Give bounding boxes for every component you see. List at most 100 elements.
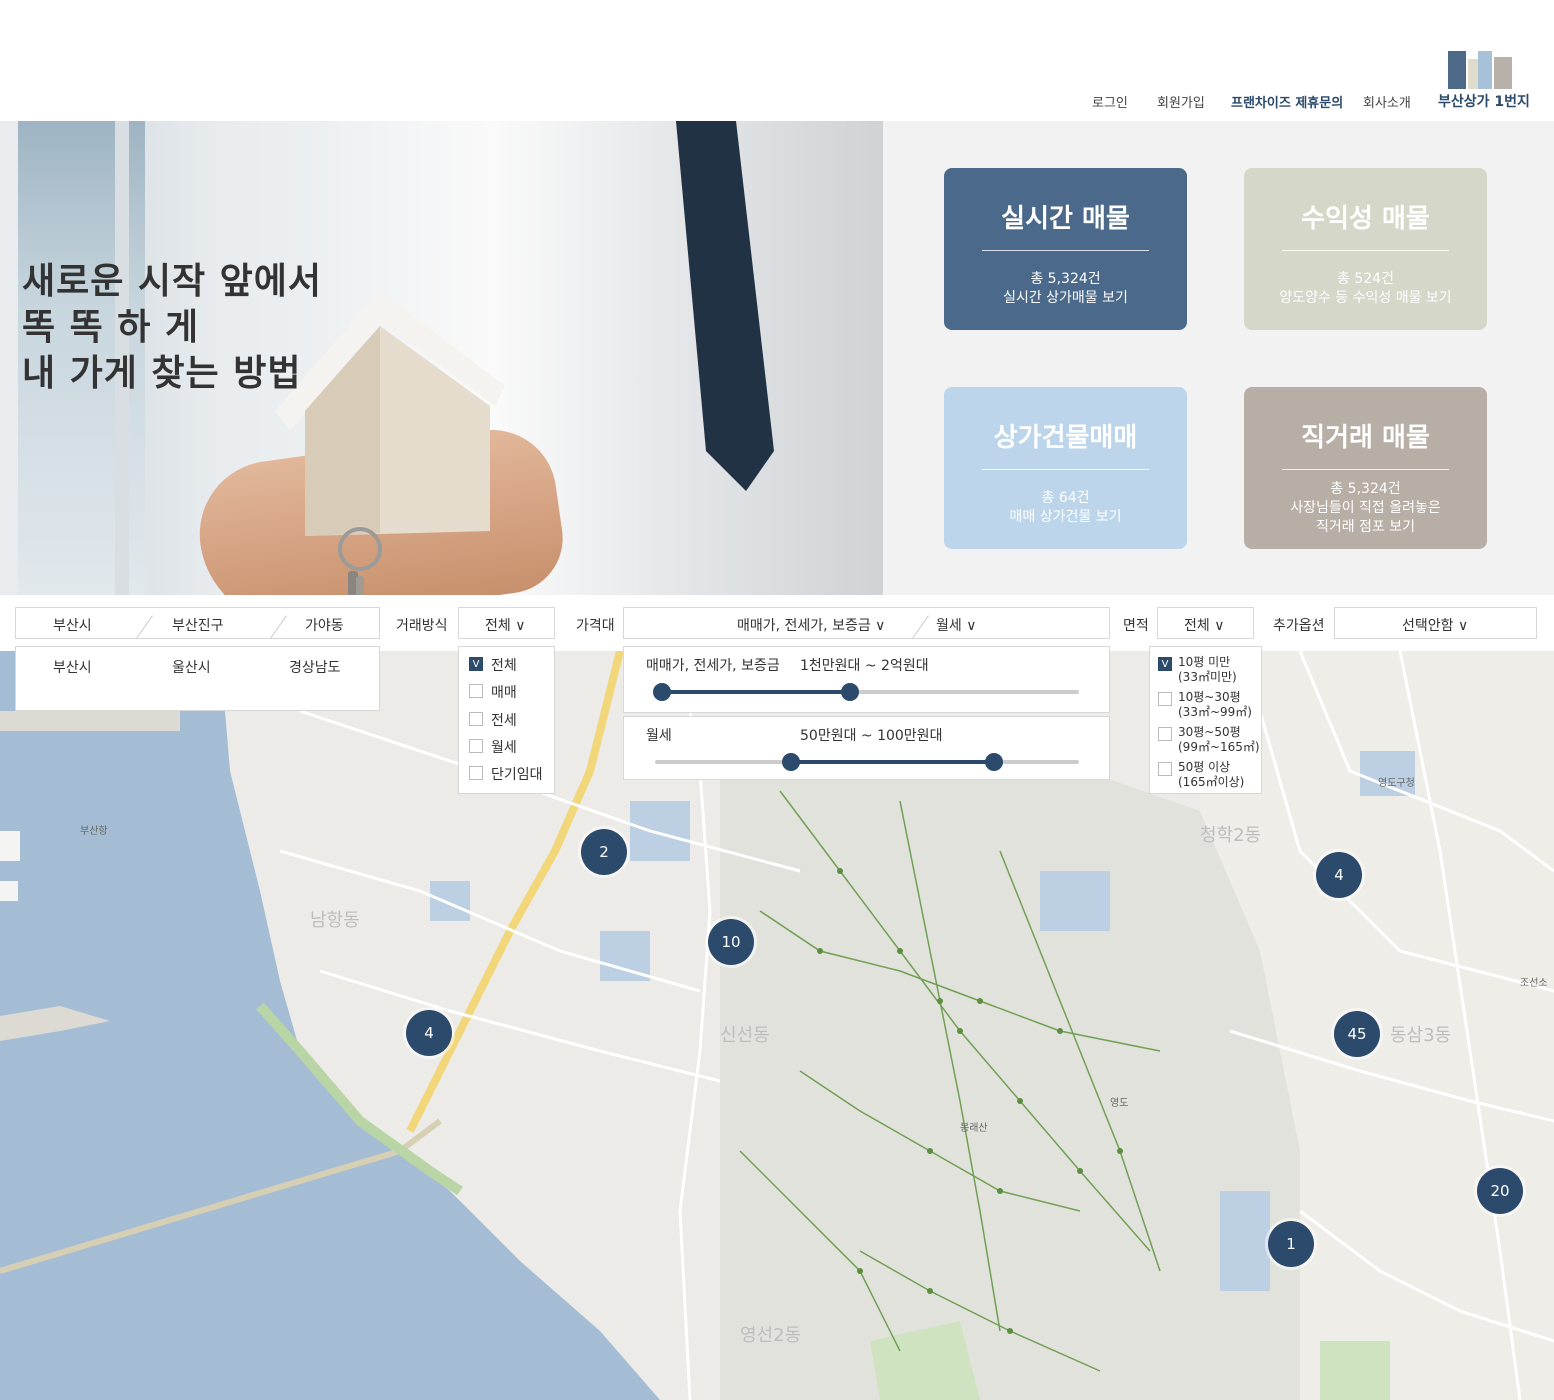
map-cluster-pin[interactable]: 2 (581, 829, 627, 875)
extra-options-select[interactable]: 선택안함 ∨ (1334, 607, 1537, 639)
checkbox[interactable] (1158, 762, 1172, 776)
card-building-sale[interactable]: 상가건물매매 총 64건 매매 상가건물 보기 (944, 387, 1187, 549)
nav-franchise-inquiry[interactable]: 프랜차이즈 제휴문의 (1231, 92, 1343, 111)
slider-max-handle[interactable] (985, 753, 1004, 771)
region-option[interactable]: 울산시 (172, 657, 211, 677)
search-filter-bar: 부산시 부산진구 가야동 거래방식 전체 ∨ 가격대 매매가, 전세가, 보증금… (0, 595, 1554, 651)
option-label: 매매 (491, 685, 517, 701)
map-label: 조선소 (1520, 977, 1548, 989)
option-label: 10평 미만 (1178, 655, 1231, 669)
option-label: 10평~30평 (1178, 690, 1241, 704)
region-option[interactable]: 부산시 (53, 657, 92, 677)
map-cluster-pin[interactable]: 1 (1268, 1221, 1314, 1267)
option-label: 전세 (491, 713, 517, 729)
map-cluster-pin[interactable]: 4 (406, 1010, 452, 1056)
area-dropdown: V 10평 미만 (33㎡미만) 10평~30평 (33㎡~99㎡) 30평~5… (1149, 646, 1262, 794)
slider-fill (662, 690, 850, 694)
hero-headline: 새로운 시작 앞에서 똑 똑 하 게 내 가게 찾는 방법 (22, 259, 322, 397)
region-selector[interactable]: 부산시 부산진구 가야동 (15, 607, 380, 639)
divider (912, 615, 929, 639)
checkbox[interactable] (469, 766, 483, 780)
checkbox[interactable] (1158, 692, 1172, 706)
divider (1282, 469, 1449, 470)
map-label: 동삼3동 (1390, 1025, 1451, 1046)
card-description: 양도양수 등 수익성 매물 보기 (1279, 290, 1452, 306)
region-option[interactable]: 경상남도 (289, 657, 341, 677)
area-label: 면적 (1123, 618, 1149, 634)
price-monthly-select[interactable]: 월세 ∨ (936, 615, 976, 635)
card-title: 수익성 매물 (1301, 204, 1430, 234)
slider-label: 매매가, 전세가, 보증금 (646, 658, 780, 674)
option-sublabel: (33㎡미만) (1178, 670, 1237, 684)
region-district[interactable]: 부산진구 (172, 615, 224, 635)
slider-fill (790, 760, 995, 764)
map-label: 영도 (1110, 1097, 1128, 1109)
nav-signup[interactable]: 회원가입 (1157, 92, 1205, 111)
area-select[interactable]: 전체 ∨ (1157, 607, 1254, 639)
card-title: 실시간 매물 (1001, 204, 1130, 234)
card-count: 총 5,324건 (1330, 481, 1401, 497)
card-count: 총 5,324건 (1030, 271, 1101, 287)
checkbox[interactable] (469, 739, 483, 753)
slider-range-text: 50만원대 ~ 100만원대 (800, 728, 943, 744)
card-count: 총 64건 (1041, 490, 1090, 506)
checkbox[interactable] (469, 712, 483, 726)
hero-banner: 새로운 시작 앞에서 똑 똑 하 게 내 가게 찾는 방법 (0, 121, 883, 595)
price-deposit-select[interactable]: 매매가, 전세가, 보증금 ∨ (737, 615, 885, 635)
map-label: 영선2동 (740, 1325, 801, 1346)
option-label: 30평~50평 (1178, 725, 1241, 739)
map-cluster-pin[interactable]: 45 (1334, 1011, 1380, 1057)
card-title: 상가건물매매 (993, 423, 1138, 453)
nav-brand-home[interactable]: 부산상가 1번지 (1438, 91, 1530, 111)
trade-type-dropdown: V 전체 매매 전세 월세 단기임대 (458, 646, 555, 794)
slider-min-handle[interactable] (653, 683, 671, 701)
card-realtime-listings[interactable]: 실시간 매물 총 5,324건 실시간 상가매물 보기 (944, 168, 1187, 330)
card-description: 실시간 상가매물 보기 (1003, 290, 1128, 306)
divider (1282, 250, 1449, 251)
slider-range-text: 1천만원대 ~ 2억원대 (800, 658, 929, 674)
slider-max-handle[interactable] (840, 683, 859, 701)
region-city[interactable]: 부산시 (53, 615, 92, 635)
checkbox-checked[interactable]: V (469, 657, 483, 671)
map-label: 남항동 (310, 910, 360, 931)
tie-illustration (676, 121, 774, 491)
extra-options-value: 선택안함 ∨ (1402, 618, 1469, 634)
nav-login[interactable]: 로그인 (1092, 92, 1128, 111)
price-select[interactable]: 매매가, 전세가, 보증금 ∨ 월세 ∨ (623, 607, 1110, 639)
option-label: 50평 이상 (1178, 760, 1231, 774)
map-cluster-pin[interactable]: 4 (1316, 852, 1362, 898)
map-label: 부산항 (80, 825, 108, 837)
divider (270, 615, 287, 639)
option-label: 단기임대 (491, 767, 543, 783)
card-description: 사장님들이 직접 올려놓은 (1290, 500, 1441, 516)
map-label: 영도구청 (1378, 777, 1415, 789)
card-direct-deal[interactable]: 직거래 매물 총 5,324건 사장님들이 직접 올려놓은 직거래 점포 보기 (1244, 387, 1487, 549)
checkbox[interactable] (1158, 727, 1172, 741)
option-label: 월세 (491, 740, 517, 756)
region-dong[interactable]: 가야동 (305, 615, 344, 635)
option-label: 전체 (491, 658, 517, 674)
site-header: 로그인 회원가입 프랜차이즈 제휴문의 회사소개 부산상가 1번지 (0, 0, 1554, 121)
hero-line-3: 내 가게 찾는 방법 (22, 353, 302, 394)
price-monthly-slider[interactable] (655, 753, 1079, 771)
price-label: 가격대 (576, 618, 615, 634)
option-sublabel: (165㎡이상) (1178, 775, 1245, 789)
divider (982, 469, 1149, 470)
slider-min-handle[interactable] (781, 753, 800, 771)
logo[interactable] (1448, 51, 1514, 89)
map-label: 신선동 (720, 1025, 770, 1046)
checkbox-checked[interactable]: V (1158, 657, 1172, 671)
price-monthly-slider-panel: 월세 50만원대 ~ 100만원대 (623, 716, 1110, 780)
map-cluster-pin[interactable]: 20 (1477, 1168, 1523, 1214)
map-cluster-pin[interactable]: 10 (708, 919, 754, 965)
nav-about[interactable]: 회사소개 (1363, 92, 1411, 111)
checkbox[interactable] (469, 684, 483, 698)
map-label: 봉래산 (960, 1122, 988, 1134)
trade-type-select[interactable]: 전체 ∨ (458, 607, 555, 639)
card-profit-listings[interactable]: 수익성 매물 총 524건 양도양수 등 수익성 매물 보기 (1244, 168, 1487, 330)
area-value: 전체 ∨ (1184, 618, 1225, 634)
map-label: 청학2동 (1200, 825, 1261, 846)
divider (982, 250, 1149, 251)
keys-illustration (338, 527, 382, 595)
price-deposit-slider[interactable] (653, 683, 1079, 701)
